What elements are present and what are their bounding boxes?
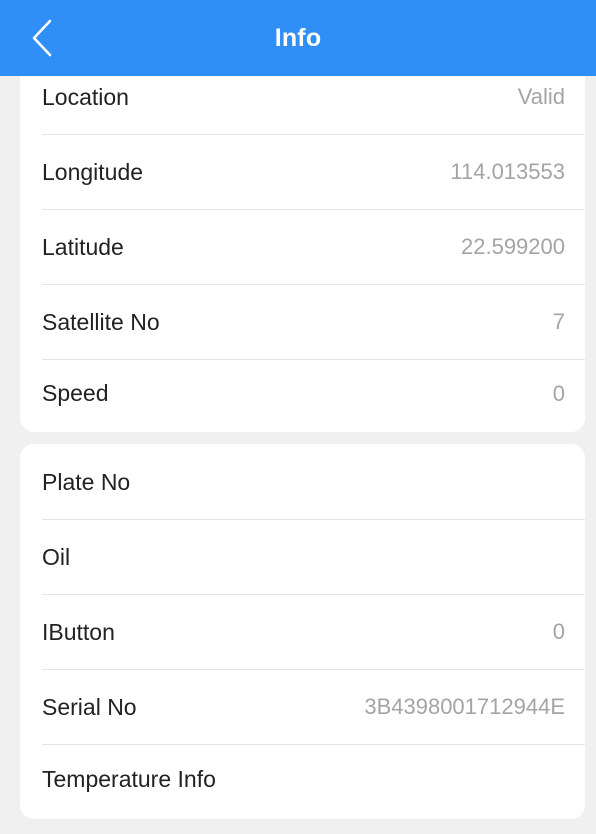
row-value: Valid <box>517 84 565 109</box>
row-value: 22.599200 <box>461 234 565 259</box>
row-label: Longitude <box>42 158 144 185</box>
row-value: 7 <box>552 309 565 334</box>
info-row-speed[interactable]: Speed 0 <box>42 356 585 431</box>
info-row-longitude[interactable]: Longitude 114.013553 <box>42 135 585 210</box>
row-value: 114.013553 <box>450 159 565 184</box>
row-label: Latitude <box>42 233 124 260</box>
back-button[interactable] <box>20 16 64 60</box>
device-info-card: Plate No Oil IButton 0 Serial No 3B43980… <box>20 444 585 819</box>
info-row-plate-no[interactable]: Plate No <box>42 445 585 520</box>
page-title: Info <box>274 23 322 52</box>
row-label: Location <box>42 83 129 110</box>
gps-info-card: Location Valid Longitude 114.013553 Lati… <box>20 56 585 432</box>
row-label: Oil <box>42 543 71 570</box>
row-label: Temperature Info <box>42 766 216 792</box>
info-row-ibutton[interactable]: IButton 0 <box>42 595 585 670</box>
row-label: IButton <box>42 618 115 645</box>
info-row-serial-no[interactable]: Serial No 3B4398001712944E <box>42 670 585 745</box>
chevron-left-icon <box>32 19 52 57</box>
info-row-temperature-info[interactable]: Temperature Info <box>42 742 585 817</box>
row-value: 0 <box>552 380 565 406</box>
row-label: Speed <box>42 380 109 406</box>
row-label: Plate No <box>42 468 131 495</box>
info-row-oil[interactable]: Oil <box>42 520 585 595</box>
row-label: Satellite No <box>42 308 160 335</box>
app-header: Info <box>0 0 596 76</box>
row-value: 0 <box>552 619 565 644</box>
row-value: 3B4398001712944E <box>364 694 565 719</box>
info-row-satellite-no[interactable]: Satellite No 7 <box>42 285 585 360</box>
row-label: Serial No <box>42 693 137 720</box>
info-row-latitude[interactable]: Latitude 22.599200 <box>42 210 585 285</box>
